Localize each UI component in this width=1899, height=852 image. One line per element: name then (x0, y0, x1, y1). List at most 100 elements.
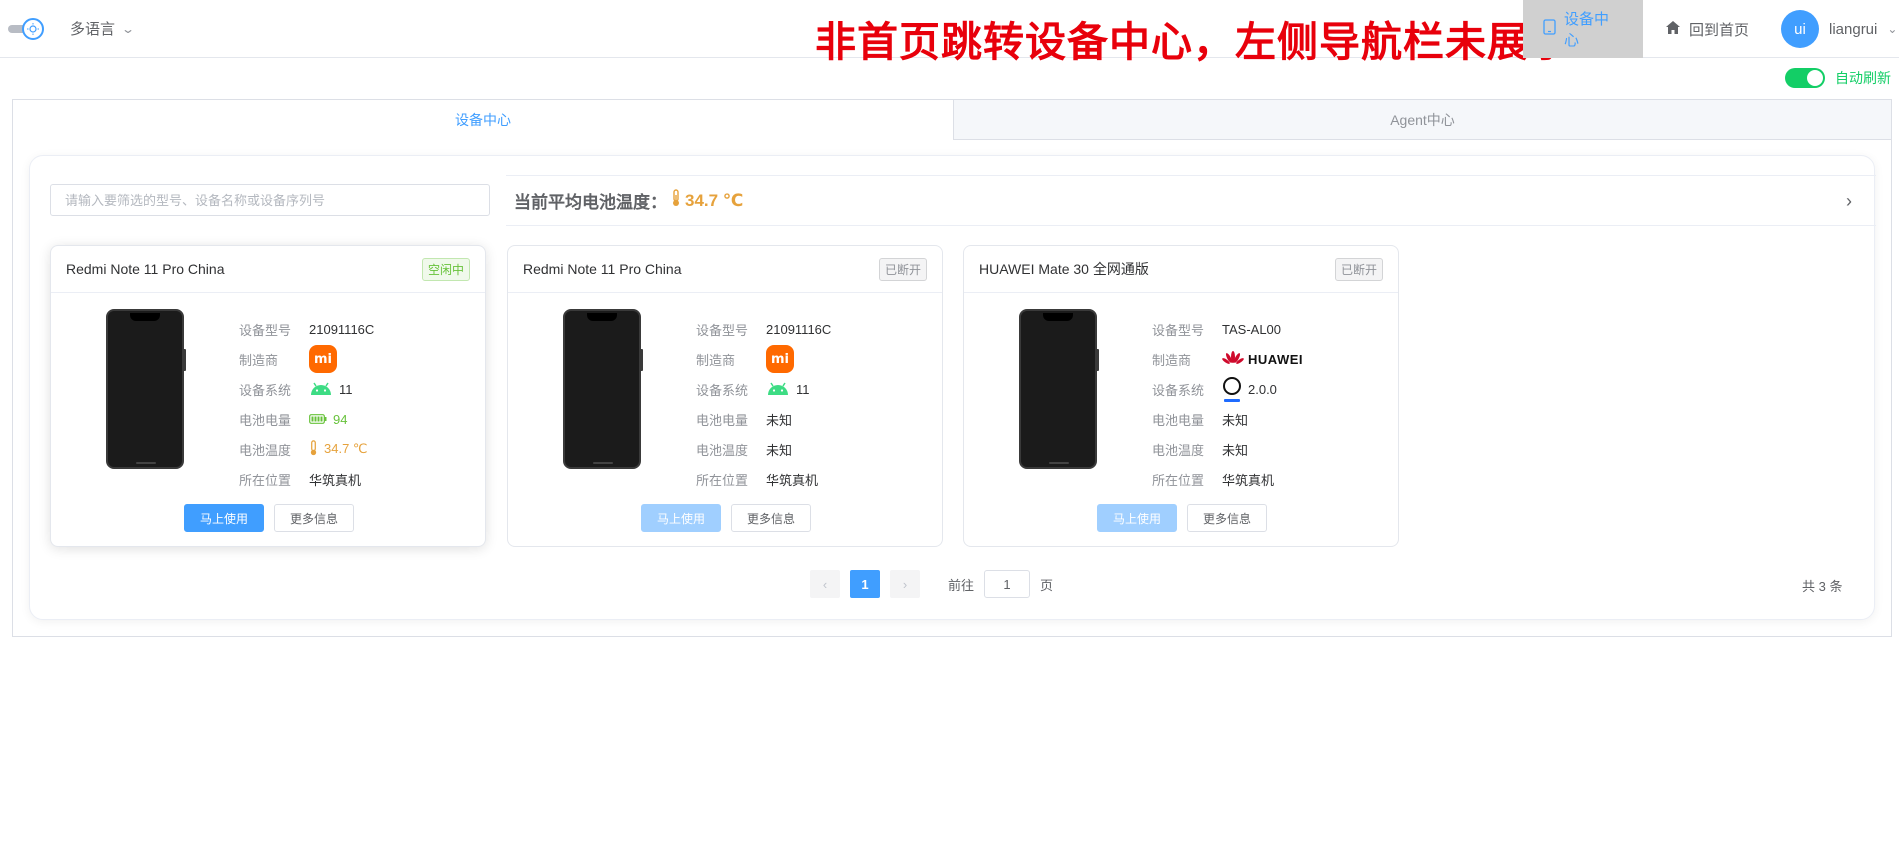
device-name: Redmi Note 11 Pro China (66, 261, 225, 277)
card-header: HUAWEI Mate 30 全网通版 已断开 (964, 246, 1398, 293)
auto-refresh: 自动刷新 (1785, 68, 1891, 88)
value-temp: 未知 (766, 442, 793, 458)
value-battery: 未知 (766, 412, 793, 428)
nav-device-center[interactable]: 设备中心 (1523, 0, 1643, 58)
label-location: 所在位置 (239, 472, 292, 488)
use-now-button: 马上使用 (641, 504, 721, 532)
label-model: 设备型号 (239, 322, 292, 338)
label-temp: 电池温度 (696, 442, 749, 458)
label-maker: 制造商 (696, 352, 736, 368)
nav-back-home[interactable]: 回到首页 (1645, 0, 1775, 58)
label-temp: 电池温度 (239, 442, 292, 458)
top-header: 多语言 ⌄ 非首页跳转设备中心，左侧导航栏未展示 设备中心 回到首页 ui li… (0, 0, 1899, 66)
nav-home-label: 回到首页 (1689, 21, 1750, 39)
home-icon (1665, 20, 1681, 39)
phone-image (563, 309, 643, 469)
label-location: 所在位置 (1152, 472, 1205, 488)
tab-bar: 设备中心 Agent中心 (13, 100, 1891, 140)
total-count: 共 3 条 (1802, 579, 1843, 594)
device-info: 设备型号 21091116C 制造商 mi 设备系统 11 电池电量 未知 电池温度未… (696, 314, 831, 494)
tab-agent-center[interactable]: Agent中心 (953, 100, 1891, 140)
card-actions: 马上使用 更多信息 (964, 504, 1400, 532)
device-name: HUAWEI Mate 30 全网通版 (979, 261, 1149, 277)
android-icon (309, 381, 333, 398)
card-actions: 马上使用 更多信息 (508, 504, 944, 532)
mi-logo-icon: mi (766, 345, 794, 373)
more-info-button[interactable]: 更多信息 (274, 504, 354, 532)
label-battery: 电池电量 (696, 412, 749, 428)
chevron-down-icon: ⌄ (121, 21, 136, 36)
label-temp: 电池温度 (1152, 442, 1205, 458)
mi-logo-icon: mi (309, 345, 337, 373)
value-os-version: 11 (796, 381, 810, 397)
thermometer-icon (671, 189, 681, 212)
tab-device-center[interactable]: 设备中心 (13, 100, 953, 140)
avg-temp-text: 34.7 ℃ (685, 190, 744, 210)
page-number-button[interactable]: 1 (850, 570, 880, 598)
value-location: 华筑真机 (309, 472, 362, 488)
value-model: 21091116C (766, 321, 832, 337)
tablet-icon (1543, 19, 1556, 39)
label-os: 设备系统 (239, 382, 292, 398)
thermometer-icon (309, 439, 318, 459)
next-page-button[interactable]: › (890, 570, 920, 598)
language-label: 多语言 (70, 21, 116, 38)
chevron-right-icon[interactable]: › (1846, 191, 1852, 212)
label-location: 所在位置 (696, 472, 749, 488)
label-maker: 制造商 (1152, 352, 1192, 368)
value-model: TAS-AL00 (1222, 321, 1282, 337)
value-temp: 未知 (1222, 442, 1249, 458)
value-battery: 未知 (1222, 412, 1249, 428)
card-actions: 马上使用 更多信息 (51, 504, 487, 532)
value-os-version: 2.0.0 (1248, 381, 1277, 397)
value-temp: 34.7 ℃ (324, 441, 368, 456)
more-info-button[interactable]: 更多信息 (731, 504, 811, 532)
avg-temp-value: 34.7 ℃ (671, 189, 743, 212)
huawei-logo-icon: HUAWEI (1222, 351, 1303, 367)
battery-icon (309, 412, 327, 427)
label-model: 设备型号 (1152, 322, 1205, 338)
status-badge: 已断开 (878, 257, 927, 281)
device-list-panel: 当前平均电池温度： 34.7 ℃ › Redmi Note 11 Pro Chi… (29, 155, 1876, 620)
language-dropdown[interactable]: 多语言 ⌄ (70, 18, 136, 39)
theme-toggle[interactable] (8, 18, 44, 40)
phone-image (106, 309, 186, 469)
label-battery: 电池电量 (239, 412, 292, 428)
sun-icon (22, 18, 44, 40)
search-input[interactable] (50, 184, 490, 216)
value-os-version: 11 (339, 381, 353, 397)
card-header: Redmi Note 11 Pro China 空闲中 (51, 246, 485, 293)
auto-refresh-switch[interactable] (1785, 68, 1825, 88)
card-header: Redmi Note 11 Pro China 已断开 (508, 246, 942, 293)
label-maker: 制造商 (239, 352, 279, 368)
device-info: 设备型号 21091116C 制造商 mi 设备系统 11 电池电量 94 电池温度… (239, 314, 374, 494)
device-card: Redmi Note 11 Pro China 已断开 设备型号 21091116… (507, 245, 943, 547)
avg-temp-title: 当前平均电池温度： (514, 193, 667, 212)
phone-image (1019, 309, 1099, 469)
goto-label: 前往 (948, 577, 975, 593)
value-location: 华筑真机 (1222, 472, 1275, 488)
label-battery: 电池电量 (1152, 412, 1205, 428)
value-model: 21091116C (309, 321, 375, 337)
user-menu[interactable]: ui liangrui ⌄ (1781, 10, 1897, 48)
value-location: 华筑真机 (766, 472, 819, 488)
value-battery: 94 (333, 411, 348, 427)
use-now-button: 马上使用 (1097, 504, 1177, 532)
username: liangrui (1829, 20, 1878, 38)
goto-page-input[interactable]: 1 (984, 570, 1031, 598)
auto-refresh-label: 自动刷新 (1835, 70, 1891, 86)
main-panel: 设备中心 Agent中心 当前平均电池温度： 34.7 ℃ › Redmi No… (12, 99, 1892, 637)
avatar: ui (1781, 10, 1819, 48)
avg-temperature-bar[interactable]: 当前平均电池温度： 34.7 ℃ › (506, 175, 1876, 226)
chevron-down-icon: ⌄ (1887, 22, 1898, 36)
status-badge: 空闲中 (421, 257, 470, 281)
android-icon (766, 381, 790, 398)
device-info: 设备型号 TAS-AL00 制造商 HUAWEI 设备系统 2.0.0 电池电量未… (1152, 314, 1303, 494)
label-os: 设备系统 (696, 382, 749, 398)
prev-page-button[interactable]: ‹ (810, 570, 840, 598)
device-name: Redmi Note 11 Pro China (523, 261, 682, 277)
more-info-button[interactable]: 更多信息 (1187, 504, 1267, 532)
page-suffix: 页 (1040, 577, 1054, 593)
use-now-button[interactable]: 马上使用 (184, 504, 264, 532)
label-model: 设备型号 (696, 322, 749, 338)
